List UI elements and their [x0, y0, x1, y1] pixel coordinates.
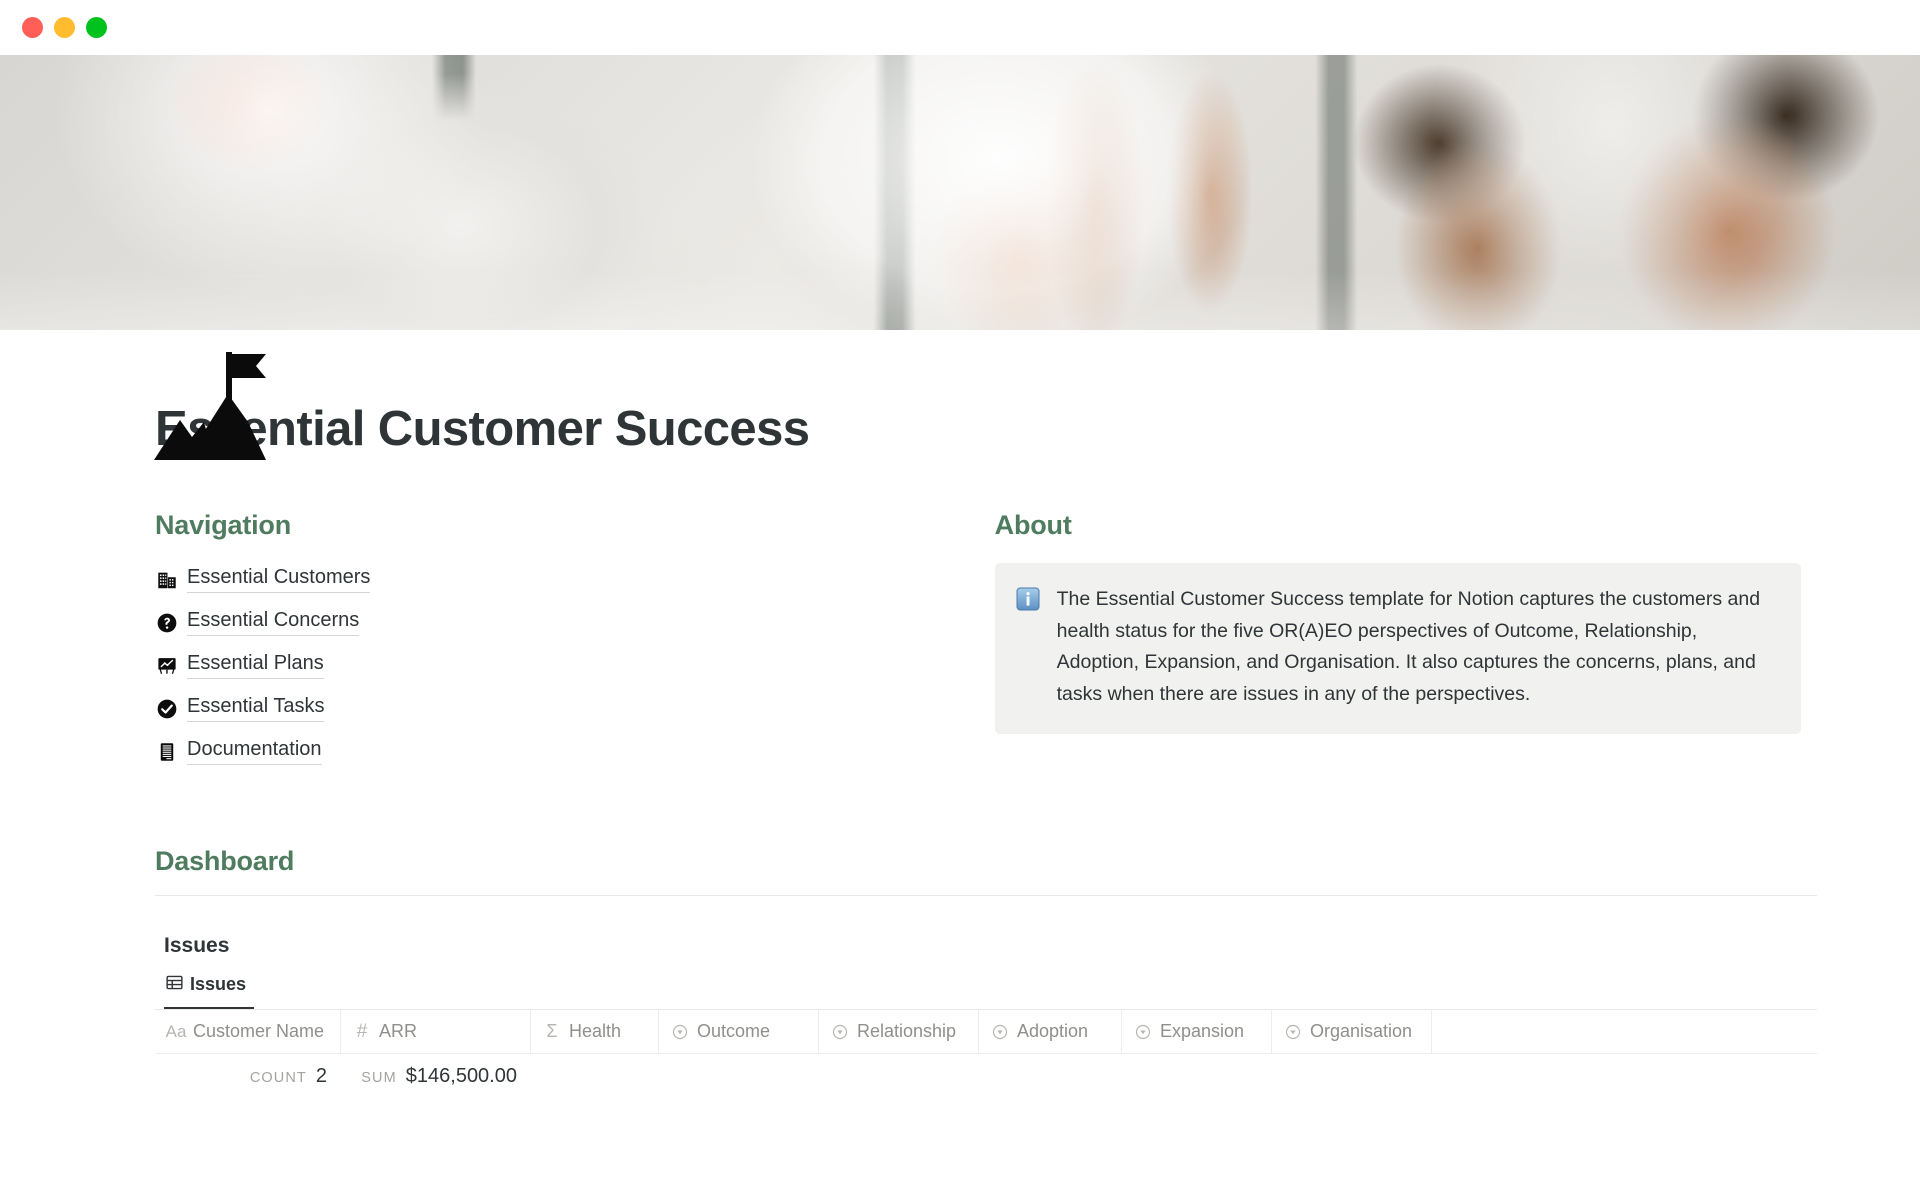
window-titlebar — [0, 0, 1920, 55]
issues-table-header: Aa Customer Name # ARR Σ Health Outcome … — [155, 1009, 1817, 1054]
column-label: Adoption — [1017, 1021, 1089, 1042]
about-text: The Essential Customer Success template … — [1056, 588, 1761, 705]
aggregation-count[interactable]: COUNT 2 — [155, 1065, 341, 1088]
cover-bottom-fade — [0, 270, 1920, 330]
column-header-empty — [1432, 1010, 1817, 1054]
intro-columns: Navigation Essential Customers Essential… — [155, 509, 1805, 773]
page-cover-image[interactable] — [0, 55, 1920, 330]
office-buildings-icon — [155, 568, 178, 591]
mountain-flag-icon[interactable] — [140, 342, 300, 467]
about-callout: The Essential Customer Success template … — [994, 563, 1801, 734]
select-type-icon — [1284, 1024, 1302, 1040]
aggregation-label: SUM — [361, 1070, 397, 1087]
dashboard-section: Dashboard Issues Issues Aa Customer Name… — [155, 845, 1817, 1099]
minimize-window-button[interactable] — [54, 17, 75, 38]
table-grid-icon — [166, 974, 183, 996]
issues-table-aggregation-row: COUNT 2 SUM $146,500.00 — [155, 1054, 1817, 1100]
nav-item-essential-concerns[interactable]: Essential Concerns — [155, 601, 995, 644]
page-body: Essential Customer Success Navigation Es… — [0, 352, 1920, 1100]
aggregation-value: $146,500.00 — [405, 1065, 517, 1088]
navigation-column: Navigation Essential Customers Essential… — [155, 509, 995, 773]
nav-item-essential-tasks[interactable]: Essential Tasks — [155, 687, 995, 730]
column-label: Health — [569, 1021, 622, 1042]
dashboard-heading: Dashboard — [155, 846, 295, 877]
column-header-outcome[interactable]: Outcome — [659, 1009, 819, 1054]
maximize-window-button[interactable] — [86, 17, 107, 38]
aggregation-sum[interactable]: SUM $146,500.00 — [341, 1065, 531, 1088]
column-header-adoption[interactable]: Adoption — [979, 1009, 1122, 1054]
information-icon — [1015, 586, 1041, 612]
tab-issues[interactable]: Issues — [164, 974, 255, 1009]
select-type-icon — [671, 1024, 689, 1040]
text-type-icon: Aa — [165, 1021, 187, 1041]
database-view-tabs: Issues — [155, 974, 1805, 1009]
question-mark-circle-icon — [155, 611, 178, 634]
aggregation-label: COUNT — [249, 1070, 307, 1087]
column-label: Customer Name — [193, 1021, 325, 1042]
column-header-health[interactable]: Σ Health — [531, 1009, 659, 1054]
database-title[interactable]: Issues — [155, 934, 1805, 958]
nav-item-essential-customers[interactable]: Essential Customers — [155, 558, 995, 601]
select-type-icon — [831, 1024, 849, 1040]
column-header-expansion[interactable]: Expansion — [1122, 1009, 1272, 1054]
column-label: Expansion — [1160, 1021, 1245, 1042]
nav-item-label: Essential Plans — [187, 652, 324, 680]
column-label: Organisation — [1310, 1021, 1413, 1042]
dashboard-divider — [155, 894, 1817, 896]
page-content: Essential Customer Success Navigation Es… — [115, 402, 1817, 1100]
number-type-icon: # — [356, 1020, 368, 1042]
close-window-button[interactable] — [22, 17, 43, 38]
column-header-customer-name[interactable]: Aa Customer Name — [155, 1009, 341, 1054]
column-header-arr[interactable]: # ARR — [341, 1009, 531, 1054]
nav-item-label: Essential Concerns — [187, 609, 360, 637]
about-column: About The Essential Customer Success tem… — [994, 509, 1805, 773]
page-title: Essential Customer Success — [155, 402, 810, 456]
formula-type-icon: Σ — [546, 1021, 558, 1042]
select-type-icon — [1134, 1024, 1152, 1040]
issues-table: Aa Customer Name # ARR Σ Health Outcome … — [155, 1008, 1817, 1100]
check-circle-icon — [155, 697, 178, 720]
column-label: ARR — [379, 1021, 418, 1042]
chart-easel-icon — [155, 654, 178, 677]
aggregation-value: 2 — [315, 1065, 327, 1088]
column-label: Relationship — [857, 1021, 957, 1042]
nav-item-label: Essential Customers — [187, 566, 371, 594]
select-type-icon — [991, 1024, 1009, 1040]
tab-label: Issues — [190, 974, 247, 995]
nav-item-essential-plans[interactable]: Essential Plans — [155, 644, 995, 687]
document-page-icon — [155, 740, 178, 763]
navigation-list: Essential Customers Essential Concerns E… — [155, 558, 995, 773]
column-label: Outcome — [697, 1021, 771, 1042]
nav-item-documentation[interactable]: Documentation — [155, 730, 995, 773]
column-header-relationship[interactable]: Relationship — [819, 1009, 979, 1054]
navigation-heading: Navigation — [155, 509, 292, 540]
nav-item-label: Documentation — [187, 738, 322, 766]
about-heading: About — [994, 509, 1072, 540]
nav-item-label: Essential Tasks — [187, 695, 325, 723]
column-header-organisation[interactable]: Organisation — [1272, 1009, 1432, 1054]
